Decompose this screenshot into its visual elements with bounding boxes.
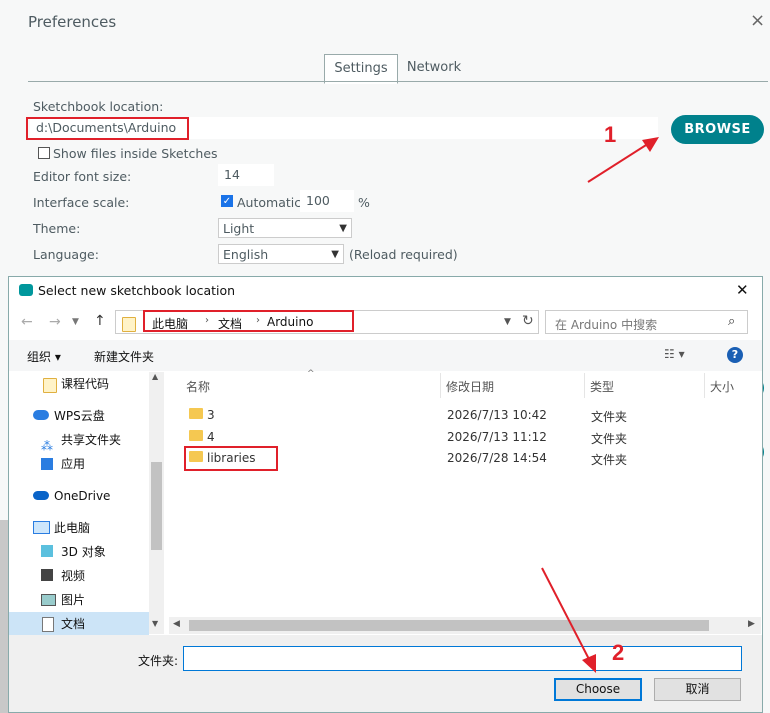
nav-item[interactable]: ⁂ 共享文件夹 bbox=[9, 428, 149, 453]
annotation-step-1: 1 bbox=[604, 122, 617, 147]
scale-unit: % bbox=[358, 195, 370, 210]
choose-button[interactable]: Choose bbox=[554, 678, 642, 701]
folder-icon bbox=[189, 430, 203, 441]
scale-auto-label: Automatic bbox=[237, 195, 302, 210]
chevron-down-icon: ▼ bbox=[339, 223, 347, 234]
horizontal-scrollbar[interactable]: ◀ ▶ bbox=[169, 617, 761, 634]
folder-icon bbox=[43, 378, 57, 393]
tab-settings[interactable]: Settings bbox=[324, 54, 398, 84]
new-folder-button[interactable]: 新建文件夹 bbox=[94, 348, 154, 365]
sort-indicator-icon: ^ bbox=[307, 369, 315, 379]
arduino-icon bbox=[19, 284, 33, 296]
preferences-title: Preferences bbox=[28, 13, 117, 31]
column-divider bbox=[584, 373, 585, 398]
highlight-box bbox=[184, 446, 278, 471]
folder-field-label: 文件夹: bbox=[138, 654, 179, 668]
forward-arrow-icon[interactable]: → bbox=[49, 314, 61, 330]
column-name[interactable]: 名称 bbox=[186, 378, 210, 395]
back-arrow-icon[interactable]: ← bbox=[21, 314, 33, 330]
background-edge bbox=[0, 520, 8, 713]
scale-label: Interface scale: bbox=[33, 195, 130, 210]
scale-input[interactable]: 100 bbox=[300, 190, 354, 212]
scroll-left-icon[interactable]: ◀ bbox=[173, 619, 180, 629]
table-row[interactable]: 3 2026/7/13 10:42 文件夹 bbox=[179, 405, 749, 425]
tab-divider bbox=[28, 81, 768, 82]
nav-item[interactable]: WPS云盘 bbox=[9, 404, 149, 428]
nav-item[interactable]: 课程代码 bbox=[9, 372, 149, 396]
theme-select[interactable]: Light ▼ bbox=[218, 218, 352, 238]
scroll-thumb[interactable] bbox=[189, 620, 709, 631]
search-icon: ⌕ bbox=[728, 314, 736, 329]
view-options-icon[interactable]: ☷ ▾ bbox=[664, 347, 685, 361]
highlight-box bbox=[26, 117, 189, 140]
language-select[interactable]: English ▼ bbox=[218, 244, 344, 264]
annotation-arrow-2 bbox=[541, 567, 596, 673]
nav-item-selected[interactable]: 文档 bbox=[9, 612, 149, 636]
scroll-down-icon[interactable]: ▼ bbox=[152, 619, 158, 628]
close-icon[interactable]: × bbox=[750, 10, 765, 31]
document-icon bbox=[42, 617, 54, 632]
font-size-label: Editor font size: bbox=[33, 169, 132, 184]
computer-icon bbox=[33, 521, 50, 534]
nav-item[interactable]: 图片 bbox=[9, 588, 149, 612]
scroll-up-icon[interactable]: ▲ bbox=[152, 372, 158, 381]
tab-network[interactable]: Network bbox=[398, 54, 470, 82]
dialog-title: Select new sketchbook location bbox=[38, 283, 236, 298]
up-arrow-icon[interactable]: ↑ bbox=[94, 313, 106, 329]
cloud-icon bbox=[33, 410, 49, 420]
highlight-box bbox=[143, 310, 354, 332]
search-placeholder: 在 Arduino 中搜索 bbox=[555, 318, 658, 332]
folder-name-input[interactable] bbox=[183, 646, 742, 671]
column-divider bbox=[440, 373, 441, 398]
nav-item[interactable]: 应用 bbox=[9, 452, 149, 476]
language-label: Language: bbox=[33, 247, 99, 262]
cancel-button[interactable]: 取消 bbox=[654, 678, 741, 701]
onedrive-icon bbox=[33, 491, 49, 500]
column-size[interactable]: 大小 bbox=[710, 378, 734, 395]
language-value: English bbox=[223, 247, 269, 262]
column-date[interactable]: 修改日期 bbox=[446, 378, 494, 395]
file-dialog: Select new sketchbook location ✕ ← → ▼ ↑… bbox=[8, 276, 763, 713]
dialog-close-icon[interactable]: ✕ bbox=[736, 281, 749, 299]
folder-icon bbox=[189, 408, 203, 419]
picture-icon bbox=[41, 594, 56, 606]
help-icon[interactable]: ? bbox=[727, 347, 743, 363]
refresh-icon[interactable]: ↻ bbox=[522, 313, 534, 329]
folder-icon bbox=[122, 317, 136, 332]
nav-item[interactable]: 此电脑 bbox=[9, 516, 149, 540]
font-size-input[interactable]: 14 bbox=[218, 164, 274, 186]
video-icon bbox=[41, 569, 53, 581]
column-divider bbox=[704, 373, 705, 398]
organize-button[interactable]: 组织 ▾ bbox=[27, 348, 61, 365]
chevron-down-icon: ▼ bbox=[331, 249, 339, 260]
theme-value: Light bbox=[223, 221, 255, 236]
language-note: (Reload required) bbox=[349, 247, 458, 262]
annotation-arrow-1 bbox=[587, 137, 659, 183]
nav-item[interactable]: OneDrive bbox=[9, 484, 149, 508]
cube-icon bbox=[41, 545, 53, 557]
recent-dropdown-icon[interactable]: ▼ bbox=[72, 317, 79, 327]
nav-scrollbar[interactable]: ▲ ▼ bbox=[149, 372, 164, 634]
scroll-thumb[interactable] bbox=[151, 462, 162, 550]
column-type[interactable]: 类型 bbox=[590, 378, 614, 395]
nav-item[interactable]: 3D 对象 bbox=[9, 540, 149, 564]
table-row[interactable]: 4 2026/7/13 11:12 文件夹 bbox=[179, 427, 749, 447]
search-input[interactable]: 在 Arduino 中搜索 ⌕ bbox=[545, 310, 748, 334]
scale-auto-checkbox[interactable]: ✓ bbox=[221, 195, 233, 207]
apps-icon bbox=[41, 458, 53, 470]
annotation-step-2: 2 bbox=[612, 640, 625, 665]
show-files-checkbox[interactable] bbox=[38, 147, 50, 159]
sketchbook-label: Sketchbook location: bbox=[33, 99, 164, 114]
navigation-pane: 课程代码 WPS云盘 ⁂ 共享文件夹 应用 OneDrive 此电脑 3D 对象 bbox=[9, 372, 164, 636]
show-files-label: Show files inside Sketches bbox=[53, 146, 218, 161]
theme-label: Theme: bbox=[33, 221, 81, 236]
browse-button[interactable]: BROWSE bbox=[671, 115, 764, 144]
scroll-right-icon[interactable]: ▶ bbox=[748, 619, 755, 629]
nav-item[interactable]: 视频 bbox=[9, 564, 149, 588]
chevron-down-icon[interactable]: ▼ bbox=[504, 317, 511, 327]
